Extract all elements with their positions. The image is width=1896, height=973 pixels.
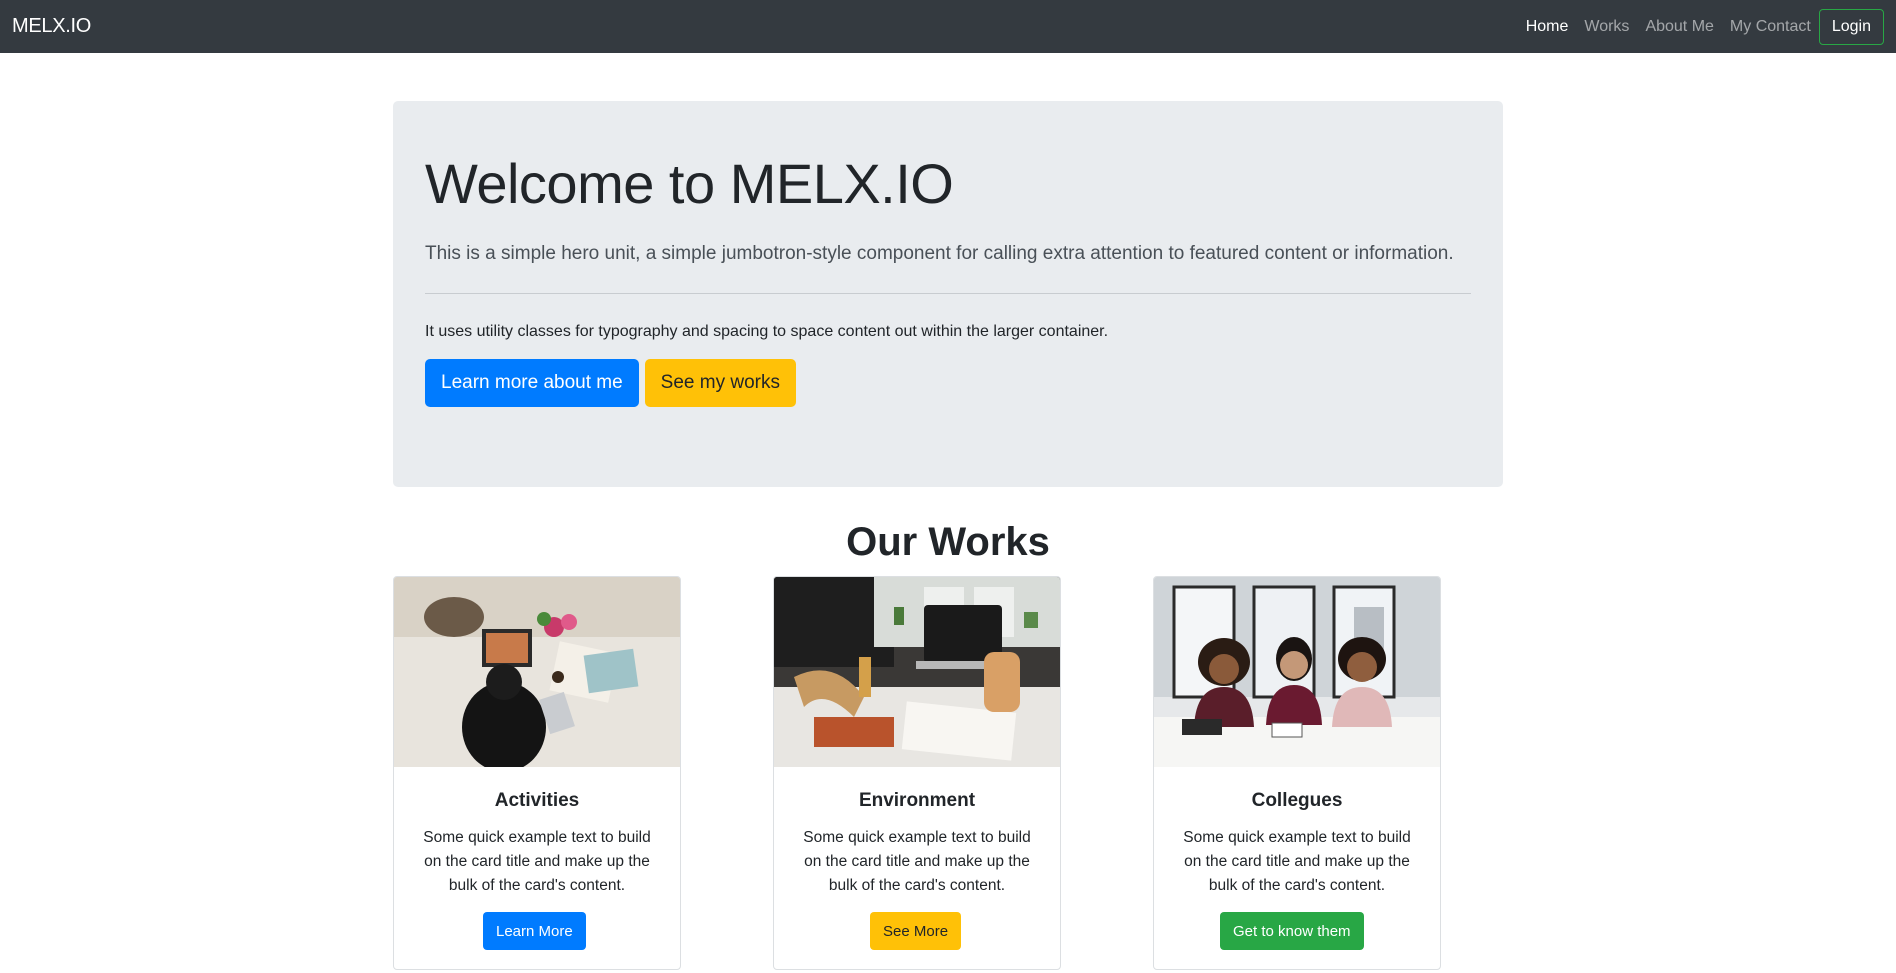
nav-link-works[interactable]: Works (1584, 18, 1629, 36)
section-title-our-works: Our Works (846, 520, 1050, 564)
hero-divider (425, 293, 1471, 294)
card-image-collegues (1154, 577, 1440, 767)
work-card-activities: Activities Some quick example text to bu… (393, 576, 681, 970)
card-title-environment: Environment (858, 790, 976, 811)
hero-title: Welcome to MELX.IO (425, 152, 954, 215)
get-to-know-them-button[interactable]: Get to know them (1220, 912, 1364, 950)
navbar: MELX.IO Home Works About Me My Contact L… (0, 0, 1896, 53)
nav-links: Home Works About Me My Contact Login (1510, 8, 1884, 45)
hero-jumbotron: Welcome to MELX.IO This is a simple hero… (393, 101, 1503, 487)
learn-more-button[interactable]: Learn More (483, 912, 586, 950)
nav-link-home[interactable]: Home (1526, 18, 1569, 36)
work-card-collegues: Collegues Some quick example text to bui… (1153, 576, 1441, 970)
see-my-works-button[interactable]: See my works (644, 359, 796, 407)
brand-logo[interactable]: MELX.IO (12, 15, 91, 38)
card-image-activities (394, 577, 680, 767)
card-image-environment (774, 577, 1060, 767)
learn-more-about-me-button[interactable]: Learn more about me (425, 359, 639, 407)
login-button[interactable]: Login (1818, 8, 1884, 45)
hero-lead: This is a simple hero unit, a simple jum… (425, 243, 1454, 264)
hero-body-text: It uses utility classes for typography a… (425, 323, 1109, 340)
card-text-activities: Some quick example text to build on the … (423, 829, 651, 894)
card-title-collegues: Collegues (1251, 790, 1343, 811)
hero-button-row: Learn more about me See my works (425, 359, 802, 407)
work-card-environment: Environment Some quick example text to b… (773, 576, 1061, 970)
card-title-activities: Activities (494, 790, 580, 811)
nav-link-about-me[interactable]: About Me (1645, 18, 1713, 36)
card-text-environment: Some quick example text to build on the … (803, 829, 1031, 894)
nav-link-my-contact[interactable]: My Contact (1730, 18, 1811, 36)
card-text-collegues: Some quick example text to build on the … (1183, 829, 1411, 894)
see-more-button[interactable]: See More (870, 912, 962, 950)
